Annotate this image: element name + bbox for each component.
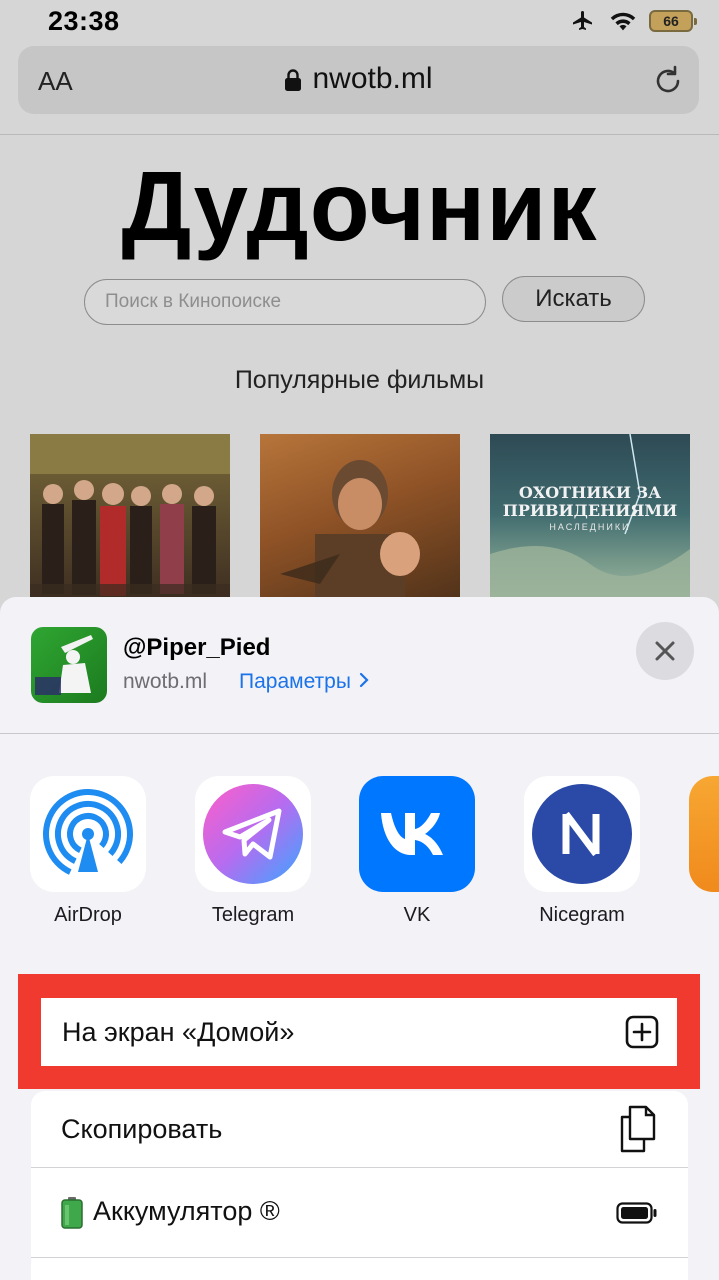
search-button[interactable]: Искать bbox=[502, 276, 645, 322]
options-link[interactable]: Параметры bbox=[239, 670, 369, 694]
wifi-icon bbox=[610, 12, 636, 31]
add-to-home-screen-action[interactable]: На экран «Домой» bbox=[41, 998, 677, 1066]
share-app-label: AirDrop bbox=[54, 904, 122, 926]
action-label: На экран «Домой» bbox=[62, 1016, 295, 1047]
share-domain: nwotb.ml bbox=[123, 670, 208, 693]
reload-icon[interactable] bbox=[651, 64, 685, 98]
poster-artwork bbox=[280, 460, 420, 609]
vk-icon bbox=[359, 776, 475, 892]
movie-poster[interactable] bbox=[260, 434, 460, 609]
battery-emoji-icon bbox=[61, 1196, 83, 1229]
status-time: 23:38 bbox=[48, 6, 120, 36]
airplane-icon bbox=[573, 11, 592, 30]
action-label: Аккумулятор ® bbox=[61, 1196, 280, 1229]
copy-icon bbox=[620, 1105, 656, 1153]
share-app-telegram[interactable]: Telegram bbox=[195, 776, 311, 927]
divider bbox=[0, 733, 719, 734]
search-input[interactable]: Поиск в Кинопоиске bbox=[84, 279, 486, 325]
close-button[interactable] bbox=[636, 622, 694, 680]
share-app-partial[interactable] bbox=[689, 776, 719, 892]
add-square-icon bbox=[625, 1015, 659, 1049]
battery-icon: 66 bbox=[649, 10, 697, 32]
poster-title: ОХОТНИКИ ЗА ПРИВИДЕНИЯМИ bbox=[502, 483, 678, 520]
movie-poster[interactable] bbox=[30, 434, 230, 609]
battery-full-icon bbox=[616, 1201, 657, 1224]
url-domain: nwotb.ml bbox=[312, 62, 433, 95]
share-app-vk[interactable]: VK bbox=[359, 776, 475, 927]
airdrop-icon bbox=[30, 776, 146, 892]
address-bar[interactable]: AA nwotb.ml bbox=[18, 46, 699, 114]
close-icon bbox=[655, 641, 675, 661]
url-display[interactable]: nwotb.ml bbox=[18, 62, 699, 96]
action-label: Скопировать bbox=[61, 1113, 223, 1144]
chevron-right-icon bbox=[359, 672, 369, 688]
channel-avatar bbox=[31, 627, 107, 703]
channel-name: @Piper_Pied bbox=[123, 634, 271, 661]
poster-subtitle: НАСЛЕДНИКИ bbox=[549, 522, 631, 532]
battery-shortcut-action[interactable]: Аккумулятор ® bbox=[31, 1167, 688, 1257]
telegram-icon bbox=[195, 776, 311, 892]
copy-action[interactable]: Скопировать bbox=[31, 1091, 688, 1167]
share-sheet: @Piper_Pied nwotb.ml Параметры AirDrop T… bbox=[0, 597, 719, 1280]
section-title: Популярные фильмы bbox=[234, 366, 485, 394]
share-app-airdrop[interactable]: AirDrop bbox=[30, 776, 146, 927]
lock-icon bbox=[285, 69, 302, 92]
piper-logo bbox=[35, 635, 93, 695]
next-action[interactable] bbox=[31, 1257, 688, 1280]
status-bar: 23:38 66 bbox=[0, 0, 719, 44]
poster-artwork bbox=[30, 434, 230, 609]
share-app-label: Nicegram bbox=[539, 904, 625, 926]
divider bbox=[0, 134, 719, 135]
page-title: Дудочник bbox=[121, 151, 598, 261]
movie-poster[interactable]: ОХОТНИКИ ЗА ПРИВИДЕНИЯМИ НАСЛЕДНИКИ bbox=[490, 434, 690, 609]
nicegram-icon bbox=[524, 776, 640, 892]
status-icons: 66 bbox=[569, 8, 697, 34]
share-app-label: Telegram bbox=[211, 904, 295, 926]
share-app-nicegram[interactable]: Nicegram bbox=[524, 776, 640, 927]
share-app-label: VK bbox=[403, 904, 431, 926]
